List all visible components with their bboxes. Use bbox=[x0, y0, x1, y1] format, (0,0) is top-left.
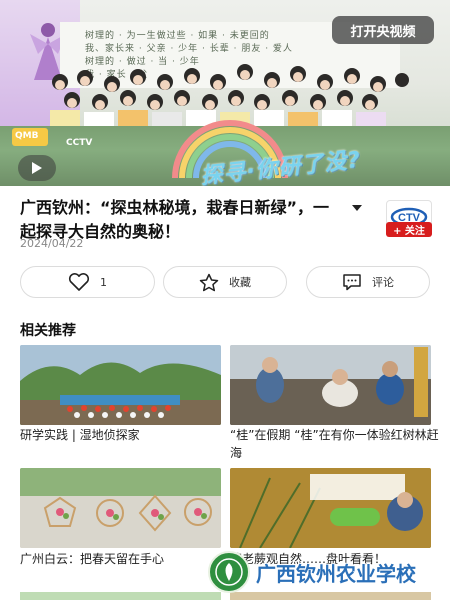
favorite-button[interactable]: 收藏 bbox=[163, 266, 287, 298]
fern-poster-photo bbox=[230, 468, 431, 548]
mangrove-photo bbox=[230, 345, 431, 425]
related-thumbnail-5[interactable] bbox=[20, 592, 221, 600]
related-caption-1[interactable]: 研学实践 | 湿地侦探家 bbox=[20, 426, 140, 444]
comment-button[interactable]: 评论 bbox=[306, 266, 430, 298]
channel-watermark: CCTV bbox=[66, 138, 93, 148]
related-caption-3[interactable]: 广州白云：把春天留在手心 bbox=[20, 550, 164, 568]
like-count: 1 bbox=[100, 275, 107, 289]
video-player[interactable]: 树理的 · 为一生做过些 · 如果 · 未更回的 我、家长来 · 父亲 · 少年… bbox=[0, 0, 450, 186]
school-seal-logo bbox=[208, 551, 250, 593]
related-section-title: 相关推荐 bbox=[20, 323, 76, 339]
play-button[interactable] bbox=[18, 155, 56, 181]
related-thumbnail-1[interactable] bbox=[20, 345, 221, 425]
watermark-text: 广西钦州农业学校 bbox=[256, 561, 416, 586]
leaf-emblem-icon bbox=[215, 558, 243, 586]
related-caption-2[interactable]: “桂”在假期 “桂”在有你一体验红树林赶海 bbox=[230, 426, 440, 462]
like-button[interactable]: 1 bbox=[20, 266, 155, 298]
follow-button[interactable]: + 关注 bbox=[386, 222, 432, 237]
pressed-flowers-photo bbox=[20, 468, 221, 548]
related-thumbnail-4[interactable] bbox=[230, 468, 431, 548]
publish-date: 2024/04/22 bbox=[20, 237, 84, 250]
open-app-button[interactable]: 打开央视频 bbox=[332, 16, 434, 44]
related-thumbnail-3[interactable] bbox=[20, 468, 221, 548]
comment-label: 评论 bbox=[372, 276, 394, 289]
favorite-label: 收藏 bbox=[229, 276, 251, 289]
play-icon bbox=[32, 162, 42, 174]
heart-icon bbox=[68, 273, 90, 291]
comment-icon bbox=[343, 274, 361, 291]
expand-caret-icon[interactable] bbox=[352, 205, 362, 211]
star-icon bbox=[199, 273, 219, 291]
corner-tag: QMB bbox=[12, 128, 48, 146]
related-thumbnail-2[interactable] bbox=[230, 345, 431, 425]
school-watermark: 广西钦州农业学校 bbox=[208, 550, 416, 594]
wetland-photo bbox=[20, 345, 221, 425]
